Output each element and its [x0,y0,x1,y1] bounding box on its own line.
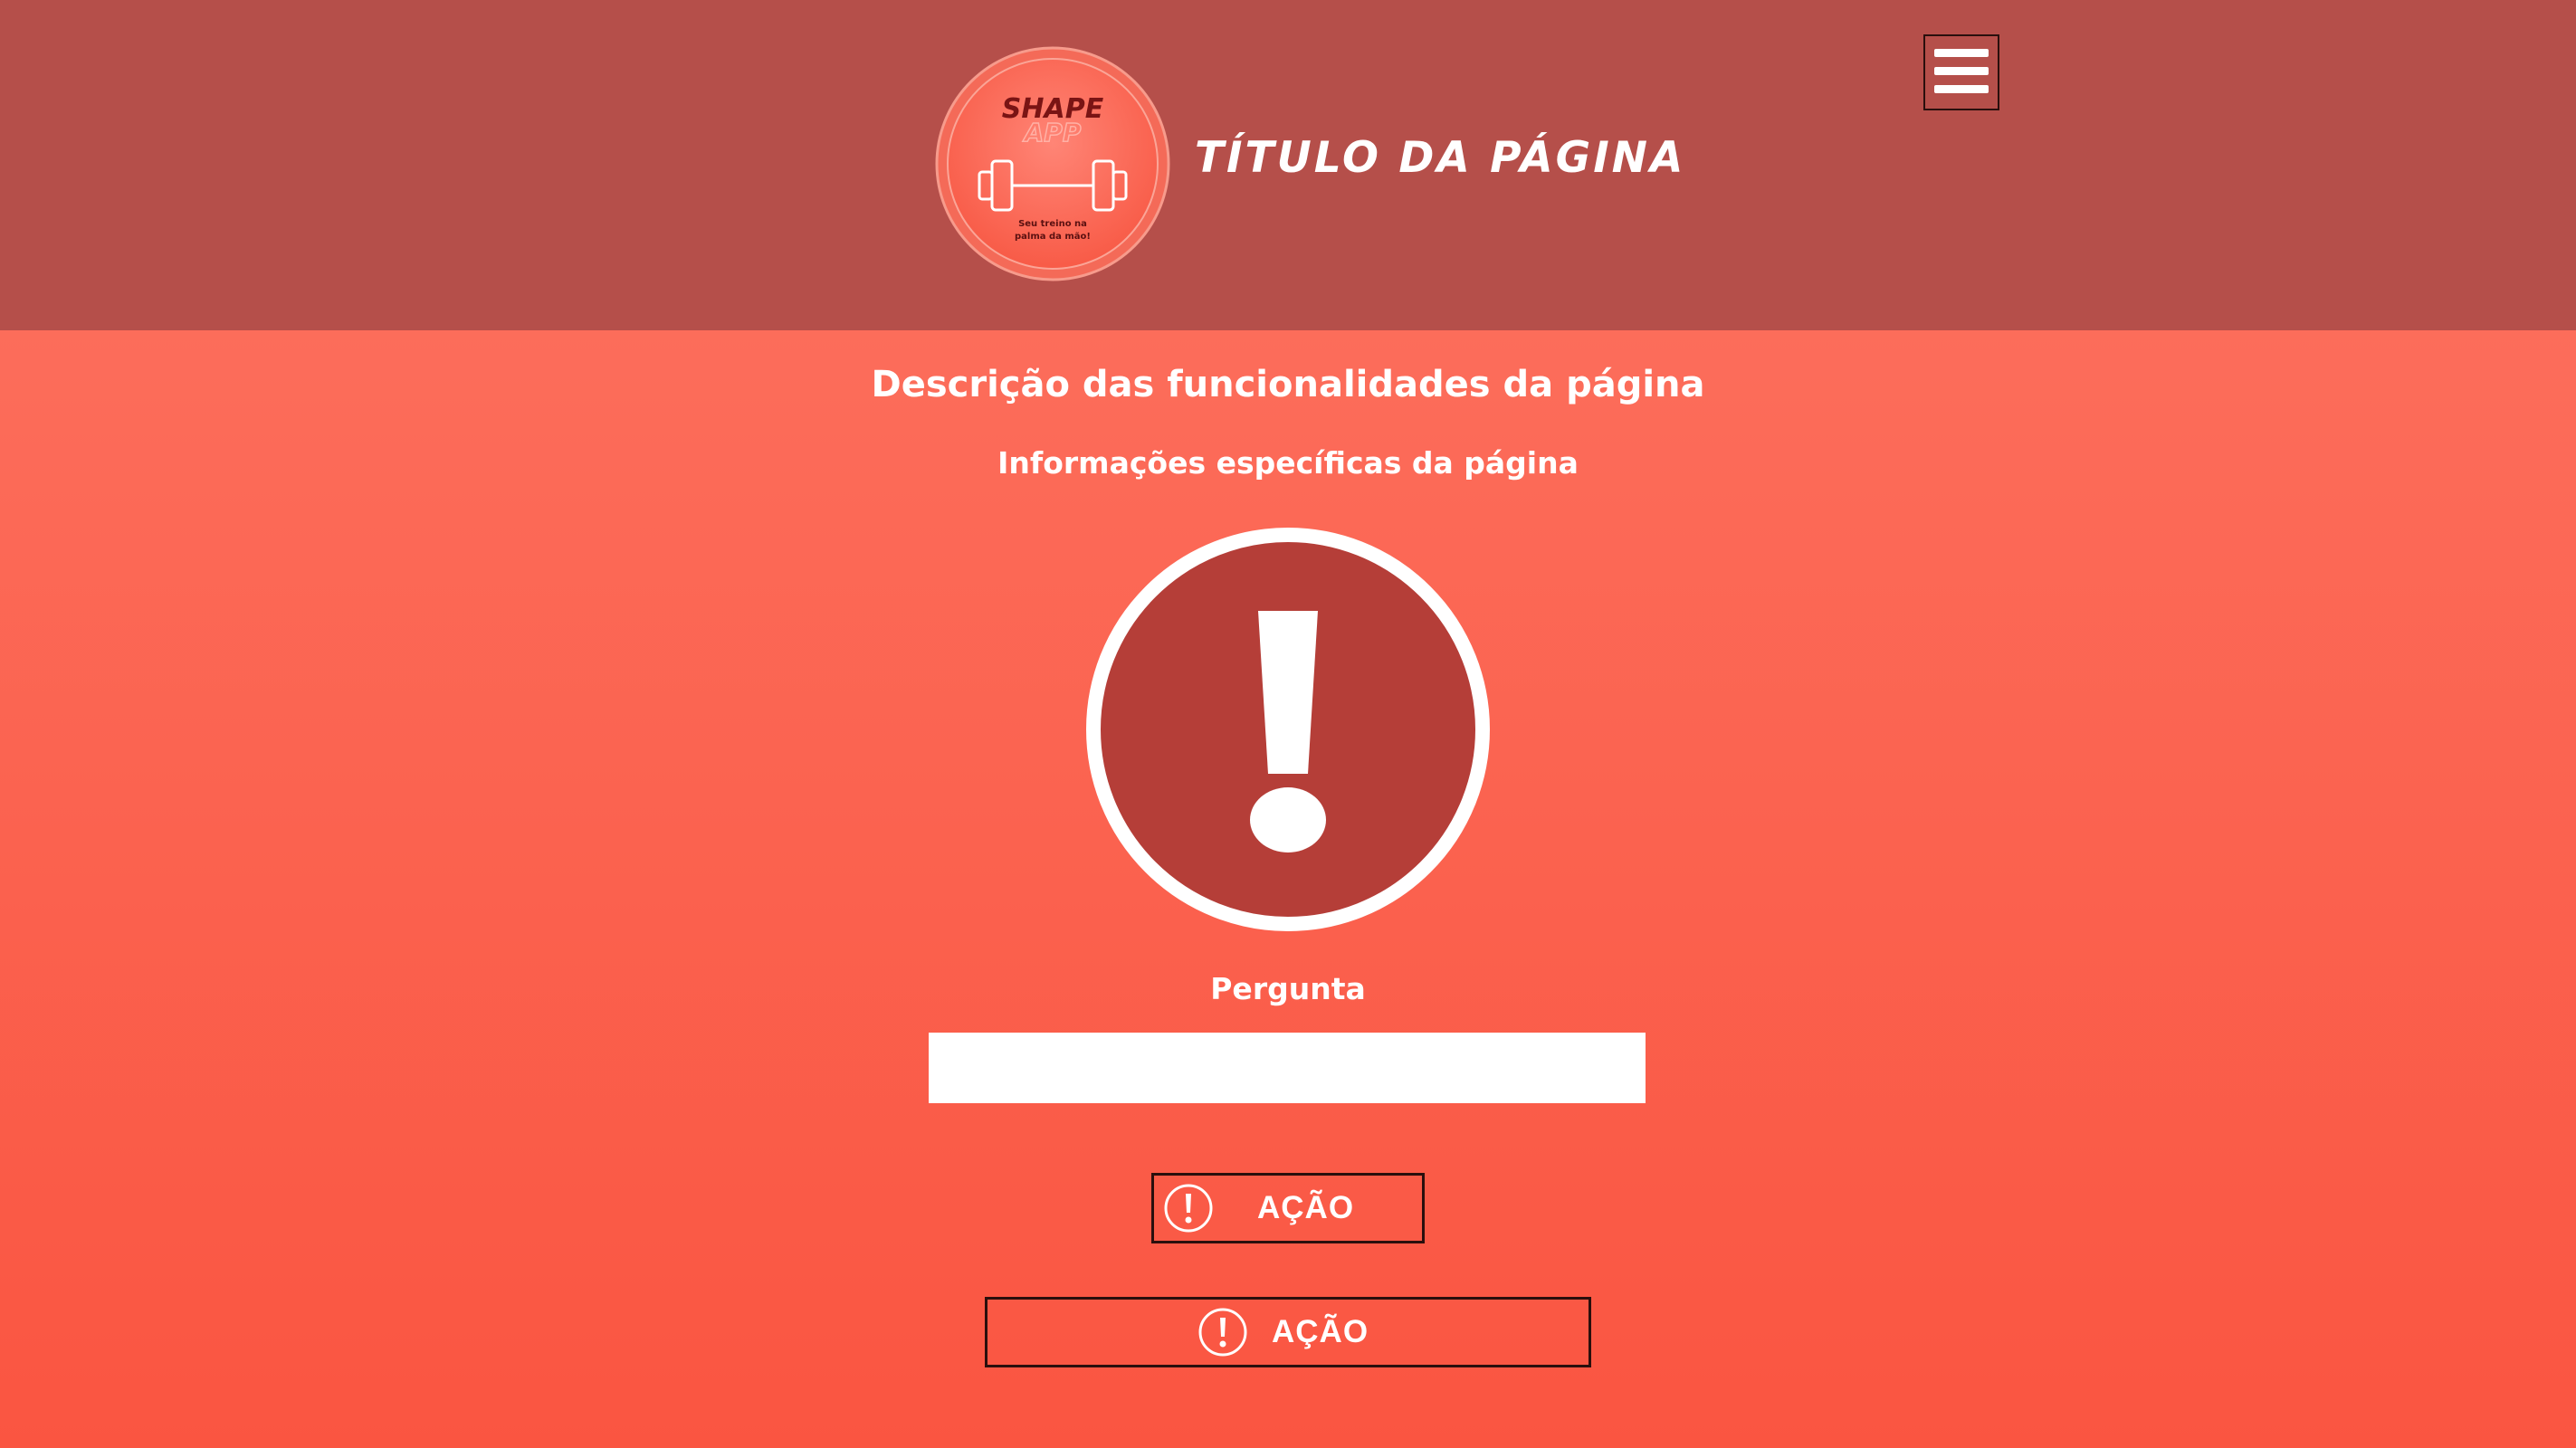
question-label: Pergunta [1210,971,1366,1006]
page-description: Descrição das funcionalidades da página [871,364,1705,405]
shape-app-logo[interactable]: SHAPE APP Seu treino na palma da mão! [934,45,1171,282]
action-button-2-label: AÇÃO [1272,1314,1369,1349]
exclamation-circle-icon [1198,1308,1247,1357]
menu-button[interactable] [1923,34,1999,110]
exclamation-circle-icon [1164,1184,1213,1233]
page-title: TÍTULO DA PÁGINA [1195,133,1686,183]
logo-tagline-line1: Seu treino na [1018,219,1087,229]
answer-input[interactable] [929,1033,1646,1103]
action-button-1-label: AÇÃO [1257,1190,1355,1225]
header-bar: SHAPE APP Seu treino na palma da mão! TÍ… [0,0,2576,330]
logo-tagline-line2: palma da mão! [1015,232,1091,242]
hamburger-menu-icon [1934,49,1989,57]
logo-brand-line2: APP [1023,118,1082,148]
action-button-2[interactable]: AÇÃO [985,1297,1591,1367]
action-button-1[interactable]: AÇÃO [1151,1173,1425,1243]
page-info: Informações específicas da página [997,445,1579,481]
exclamation-circle-icon [1086,528,1490,931]
